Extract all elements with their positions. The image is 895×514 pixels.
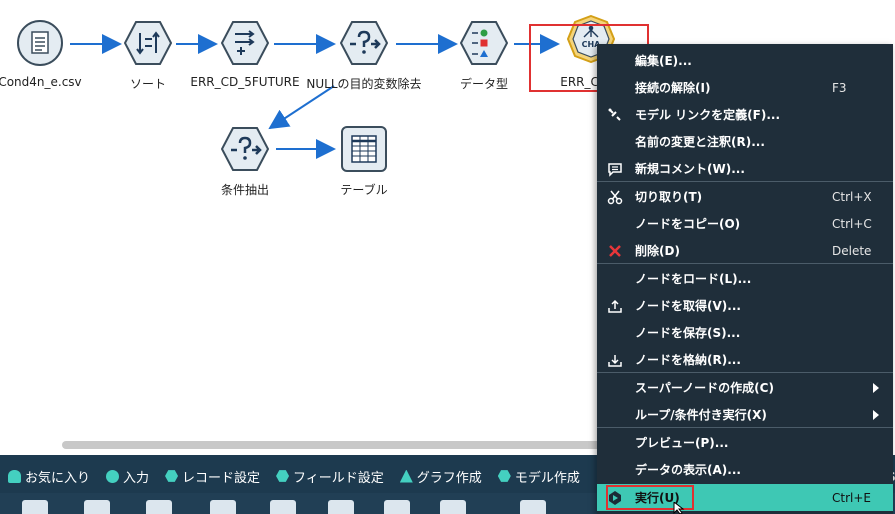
menu-shortcut: Ctrl+C [832,216,872,231]
triangle-icon [399,469,413,483]
palette-node-icon[interactable] [328,500,354,514]
menu-item-label: スーパーノードの作成(C) [635,381,774,395]
sort-icon [124,21,172,65]
palette-node-icon[interactable] [146,500,172,514]
tab-label: グラフ作成 [416,470,482,486]
menu-item-run[interactable]: 実行(U) Ctrl+E [597,484,893,511]
derive-icon [221,21,269,65]
menu-item-create-supernode[interactable]: スーパーノードの作成(C) [597,374,893,401]
menu-item-store-node[interactable]: ノードを格納(R)... [597,346,893,373]
menu-item-copy-node[interactable]: ノードをコピー(O) Ctrl+C [597,210,893,237]
data-file-icon [17,20,63,66]
menu-item-rename-annotate[interactable]: 名前の変更と注釈(R)... [597,128,893,155]
menu-item-define-model-link[interactable]: モデル リンクを定義(F)... [597,101,893,128]
connection-arrow [268,85,335,130]
menu-item-label: ノードを格納(R)... [635,353,741,367]
circle-icon [106,469,120,483]
menu-item-disconnect[interactable]: 接続の解除(I) F3 [597,74,893,101]
hexagon-icon [497,470,511,482]
tab-label: モデル作成 [514,470,580,486]
tab-modeling[interactable]: モデル作成 [497,465,580,487]
menu-item-label: ノードをロード(L)... [635,272,752,286]
type-icon [460,21,508,65]
tab-input[interactable]: 入力 [106,465,149,487]
menu-item-label: ノードを保存(S)... [635,326,741,340]
palette-node-icon[interactable] [384,500,410,514]
select-icon [340,21,388,65]
menu-shortcut: Ctrl+E [832,490,871,505]
palette-node-icon[interactable] [270,500,296,514]
palette-tabs: お気に入り 入力 レコード設定 フィールド設定 グラフ作成 モデル作成 [8,465,580,487]
node-label: テーブル [340,183,388,197]
scissors-icon [606,188,624,206]
menu-item-label: 接続の解除(I) [635,81,711,95]
link-icon [606,106,624,124]
menu-item-label: 削除(D) [635,244,680,258]
menu-shortcut: F3 [832,80,847,95]
palette-node-icon[interactable] [210,500,236,514]
menu-item-retrieve-node[interactable]: ノードを取得(V)... [597,292,893,319]
node-label: データ型 [459,77,508,91]
menu-item-label: ノードを取得(V)... [635,299,741,313]
menu-item-save-node[interactable]: ノードを保存(S)... [597,319,893,346]
horizontal-scrollbar[interactable] [62,441,602,449]
upload-icon [606,297,624,315]
menu-item-load-node[interactable]: ノードをロード(L)... [597,265,893,292]
menu-item-label: ループ/条件付き実行(X) [635,408,767,422]
menu-item-label: 編集(E)... [635,54,692,68]
menu-item-preview[interactable]: プレビュー(P)... [597,429,893,456]
tab-label: レコード設定 [182,470,261,486]
menu-separator [597,372,893,373]
node-label: 条件抽出 [220,183,269,197]
menu-item-delete[interactable]: 削除(D) Delete [597,237,893,264]
comment-icon [606,160,624,178]
menu-item-edit[interactable]: 編集(E)... [597,47,893,74]
tab-field-ops[interactable]: フィールド設定 [276,465,384,487]
palette-node-icon[interactable] [440,500,466,514]
menu-item-label: データの表示(A)... [635,463,741,477]
delete-icon [606,242,624,260]
menu-shortcut: Delete [832,243,872,258]
hexagon-icon [165,470,179,482]
tab-label: お気に入り [25,470,91,486]
download-icon [606,351,624,369]
menu-item-label: 名前の変更と注釈(R)... [635,135,765,149]
mouse-cursor-icon [673,502,685,514]
menu-separator [597,427,893,428]
submenu-arrow-icon [873,383,879,393]
menu-item-view-data[interactable]: データの表示(A)... [597,456,893,483]
tab-record-ops[interactable]: レコード設定 [165,465,260,487]
menu-item-label: プレビュー(P)... [635,436,729,450]
palette-node-icon[interactable] [84,500,110,514]
tab-favorites[interactable]: お気に入り [8,465,90,487]
menu-item-new-comment[interactable]: 新規コメント(W)... [597,155,893,182]
select-icon [221,127,269,171]
menu-item-label: ノードをコピー(O) [635,217,741,231]
node-label: Cond4n_e.csv [0,75,82,89]
table-icon [341,126,387,172]
menu-item-label: 新規コメント(W)... [635,162,745,176]
palette-node-icon[interactable] [22,500,48,514]
context-menu: 編集(E)... 接続の解除(I) F3 モデル リンクを定義(F)... 名前… [597,44,893,514]
menu-item-looping-execution[interactable]: ループ/条件付き実行(X) [597,401,893,428]
menu-item-label: 切り取り(T) [635,190,703,204]
menu-item-cut[interactable]: 切り取り(T) Ctrl+X [597,183,893,210]
node-label: NULLの目的変数除去 [306,77,422,91]
hexagon-icon [276,470,290,482]
palette-node-icon[interactable] [520,500,546,514]
tab-graphs[interactable]: グラフ作成 [399,465,482,487]
menu-separator [597,181,893,182]
node-label: ERR_CD_5FUTURE [190,75,300,89]
menu-shortcut: Ctrl+X [832,189,872,204]
tab-label: フィールド設定 [293,470,384,486]
submenu-arrow-icon [873,410,879,420]
menu-separator [597,263,893,264]
person-icon [8,469,21,483]
tab-label: 入力 [123,470,150,486]
menu-item-label: モデル リンクを定義(F)... [635,108,781,122]
